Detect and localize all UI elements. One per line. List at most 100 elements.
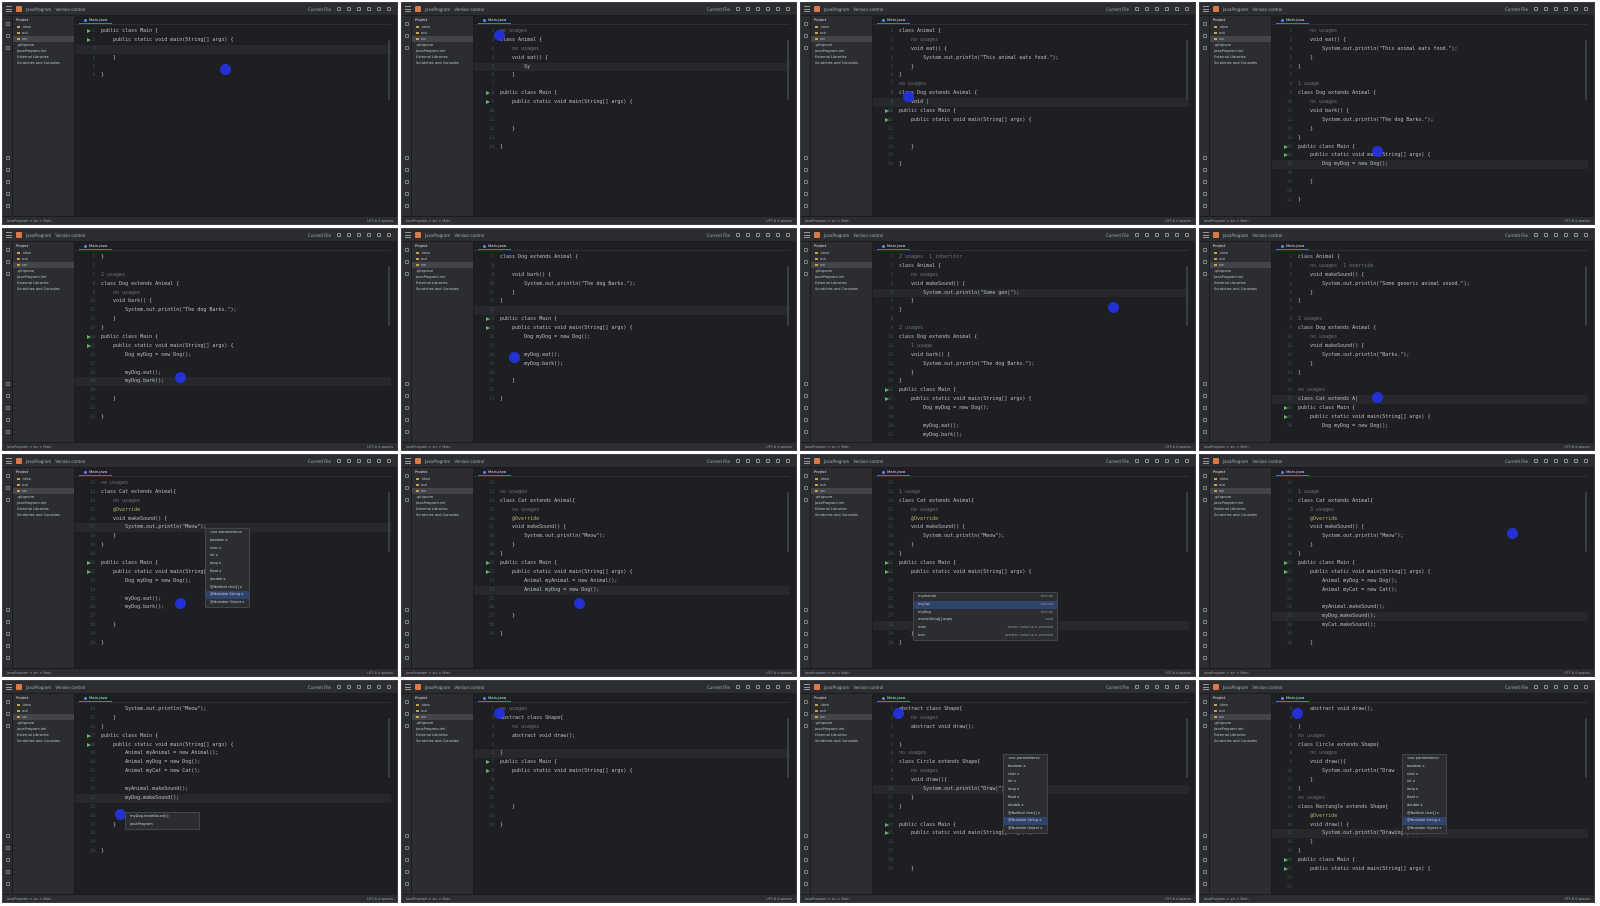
run-config-selector[interactable]: Current File bbox=[1505, 233, 1528, 238]
project-tool-icon[interactable] bbox=[6, 22, 10, 26]
more-icon[interactable] bbox=[1155, 459, 1159, 463]
project-name[interactable]: JavaProgram bbox=[824, 7, 849, 12]
debug-icon[interactable] bbox=[746, 459, 750, 463]
project-panel-title[interactable]: Project bbox=[412, 16, 473, 24]
tab-main-java[interactable]: Main.java bbox=[877, 694, 911, 702]
more-icon[interactable] bbox=[1554, 459, 1558, 463]
services-icon[interactable] bbox=[804, 156, 808, 160]
problems-icon[interactable] bbox=[6, 192, 10, 196]
git-icon[interactable] bbox=[6, 656, 10, 660]
vcs-widget[interactable]: Version control bbox=[454, 233, 484, 238]
project-panel-title[interactable]: Project bbox=[412, 468, 473, 476]
popup-item[interactable]: @Nullable String x bbox=[1004, 817, 1047, 826]
editor-scrollbar[interactable] bbox=[787, 718, 789, 778]
run-gutter-icon[interactable] bbox=[486, 317, 490, 322]
code-editor[interactable]: Main.java 1 class Animal {2 no usages 1 ov… bbox=[1272, 242, 1588, 442]
terminal-icon[interactable] bbox=[1203, 632, 1207, 636]
settings-icon[interactable] bbox=[1584, 459, 1588, 463]
structure-tool-icon[interactable] bbox=[1203, 498, 1207, 502]
problems-icon[interactable] bbox=[405, 644, 409, 648]
popup-item[interactable]: max lesser value to a variable bbox=[914, 624, 1057, 632]
code-editor[interactable]: Main.java 12 13 1 usage 14 class Cat extends … bbox=[873, 468, 1189, 668]
more-icon[interactable] bbox=[357, 685, 361, 689]
popup-item[interactable]: @Nullable Object x bbox=[1403, 825, 1446, 833]
run-tool-icon[interactable] bbox=[1203, 620, 1207, 624]
project-tree-item[interactable]: Scratches and Consoles bbox=[1210, 60, 1271, 66]
status-breadcrumb[interactable]: JavaProgram > src > Main bbox=[1204, 219, 1249, 223]
search-icon[interactable] bbox=[1574, 459, 1578, 463]
more-icon[interactable] bbox=[357, 233, 361, 237]
git-icon[interactable] bbox=[804, 430, 808, 434]
code-editor[interactable]: Main.java 1 class Animal {2 no usages 3 voi… bbox=[873, 16, 1189, 216]
commit-tool-icon[interactable] bbox=[405, 712, 409, 716]
debug-icon[interactable] bbox=[347, 7, 351, 11]
project-panel-title[interactable]: Project bbox=[811, 694, 872, 702]
main-menu-icon[interactable] bbox=[804, 6, 810, 12]
more-icon[interactable] bbox=[1554, 685, 1558, 689]
problems-icon[interactable] bbox=[6, 870, 10, 874]
popup-item[interactable]: @Nullable String x bbox=[1403, 817, 1446, 826]
project-panel-title[interactable]: Project bbox=[13, 16, 74, 24]
project-tree-item[interactable]: Scratches and Consoles bbox=[412, 512, 473, 518]
run-config-selector[interactable]: Current File bbox=[1106, 233, 1129, 238]
hint-popup[interactable]: myDog.makeSound(); JavaProgram bbox=[125, 812, 200, 830]
editor-scrollbar[interactable] bbox=[388, 266, 390, 326]
project-name[interactable]: JavaProgram bbox=[824, 685, 849, 690]
popup-item[interactable]: <no parameters> bbox=[1004, 755, 1047, 763]
project-tool-icon[interactable] bbox=[405, 248, 409, 252]
more-icon[interactable] bbox=[1554, 7, 1558, 11]
project-tool-icon[interactable] bbox=[1203, 700, 1207, 704]
problems-icon[interactable] bbox=[804, 870, 808, 874]
editor-scrollbar[interactable] bbox=[787, 266, 789, 326]
debug-icon[interactable] bbox=[1145, 7, 1149, 11]
services-icon[interactable] bbox=[1203, 608, 1207, 612]
tab-main-java[interactable]: Main.java bbox=[79, 242, 113, 250]
project-tree-item[interactable]: Scratches and Consoles bbox=[412, 286, 473, 292]
main-menu-icon[interactable] bbox=[804, 684, 810, 690]
popup-item[interactable]: int x bbox=[1004, 778, 1047, 786]
run-config-selector[interactable]: Current File bbox=[707, 7, 730, 12]
run-icon[interactable] bbox=[1135, 685, 1139, 689]
popup-item[interactable]: @Nullable Object x bbox=[1004, 825, 1047, 833]
run-icon[interactable] bbox=[1534, 685, 1538, 689]
run-tool-icon[interactable] bbox=[405, 620, 409, 624]
structure-tool-icon[interactable] bbox=[804, 272, 808, 276]
run-tool-icon[interactable] bbox=[6, 394, 10, 398]
terminal-icon[interactable] bbox=[405, 632, 409, 636]
services-icon[interactable] bbox=[6, 156, 10, 160]
terminal-icon[interactable] bbox=[6, 858, 10, 862]
search-icon[interactable] bbox=[1175, 7, 1179, 11]
debug-icon[interactable] bbox=[746, 233, 750, 237]
popup-item[interactable]: int x bbox=[206, 552, 249, 560]
terminal-icon[interactable] bbox=[405, 406, 409, 410]
run-config-selector[interactable]: Current File bbox=[707, 233, 730, 238]
project-name[interactable]: JavaProgram bbox=[26, 685, 51, 690]
run-gutter-icon[interactable] bbox=[885, 822, 889, 827]
project-name[interactable]: JavaProgram bbox=[26, 459, 51, 464]
commit-tool-icon[interactable] bbox=[1203, 34, 1207, 38]
vcs-widget[interactable]: Version control bbox=[55, 459, 85, 464]
more-icon[interactable] bbox=[756, 459, 760, 463]
run-icon[interactable] bbox=[1135, 233, 1139, 237]
run-config-selector[interactable]: Current File bbox=[308, 459, 331, 464]
editor-scrollbar[interactable] bbox=[1585, 492, 1587, 552]
run-tool-icon[interactable] bbox=[1203, 846, 1207, 850]
settings-icon[interactable] bbox=[1584, 233, 1588, 237]
main-menu-icon[interactable] bbox=[6, 458, 12, 464]
search-icon[interactable] bbox=[377, 459, 381, 463]
run-icon[interactable] bbox=[337, 233, 341, 237]
main-menu-icon[interactable] bbox=[1203, 6, 1209, 12]
code-editor[interactable]: Main.java 5} 6 7 2 usages 8 class Dog extends … bbox=[75, 242, 391, 442]
run-gutter-icon[interactable] bbox=[87, 37, 91, 42]
status-breadcrumb[interactable]: JavaProgram > src > Main bbox=[1204, 671, 1249, 675]
run-gutter-icon[interactable] bbox=[486, 769, 490, 774]
structure-tool-icon[interactable] bbox=[405, 272, 409, 276]
vcs-widget[interactable]: Version control bbox=[454, 459, 484, 464]
search-icon[interactable] bbox=[377, 233, 381, 237]
parameter-info-popup[interactable]: <no parameters> boolean x char x int x long … bbox=[1402, 754, 1447, 834]
commit-tool-icon[interactable] bbox=[405, 260, 409, 264]
main-menu-icon[interactable] bbox=[6, 6, 12, 12]
project-name[interactable]: JavaProgram bbox=[425, 685, 450, 690]
vcs-widget[interactable]: Version control bbox=[853, 233, 883, 238]
user-icon[interactable] bbox=[1564, 233, 1568, 237]
